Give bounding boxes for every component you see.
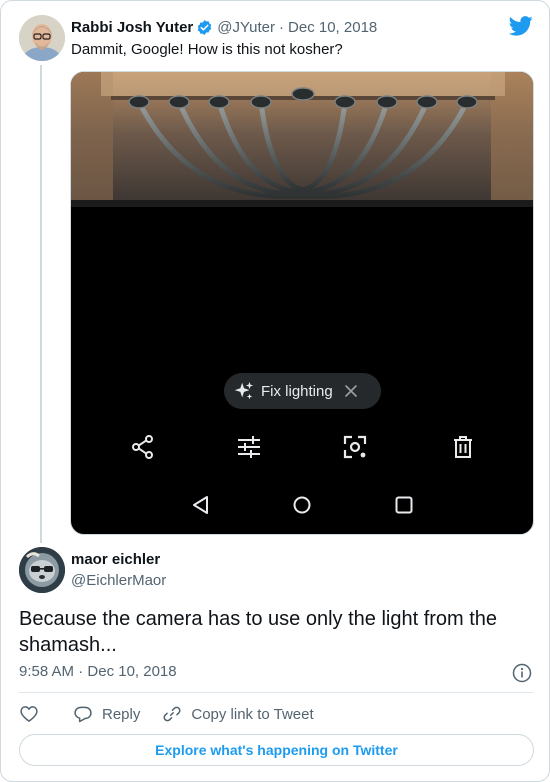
reply-author-avatar[interactable] <box>19 547 65 593</box>
tweet-text: Dammit, Google! How is this not kosher? <box>71 41 343 58</box>
like-button[interactable] <box>19 704 39 724</box>
explore-twitter-button[interactable]: Explore what's happening on Twitter <box>19 734 534 766</box>
tweet-header: Rabbi Josh Yuter @JYuter · Dec 10, 2018 <box>71 17 377 37</box>
reply-button[interactable]: Reply <box>73 704 140 724</box>
fix-lighting-label: Fix lighting <box>261 382 333 400</box>
divider <box>19 692 533 693</box>
tweet-actions: Reply Copy link to Tweet <box>19 701 314 727</box>
delete-icon[interactable] <box>450 434 476 460</box>
share-icon[interactable] <box>130 434 156 460</box>
copy-link-label: Copy link to Tweet <box>191 705 314 723</box>
back-triangle-icon[interactable] <box>190 494 212 516</box>
menorah-photo <box>71 72 533 207</box>
home-circle-icon[interactable] <box>291 494 313 516</box>
fix-lighting-chip[interactable]: Fix lighting <box>224 373 381 409</box>
adjust-sliders-icon[interactable] <box>236 434 262 460</box>
lens-icon[interactable] <box>342 434 368 460</box>
close-icon[interactable] <box>344 384 358 398</box>
reply-meta-separator: · <box>78 663 84 680</box>
embedded-tweet-card: Rabbi Josh Yuter @JYuter · Dec 10, 2018 … <box>0 0 550 782</box>
reply-timestamp[interactable]: 9:58 AM · Dec 10, 2018 <box>19 663 177 680</box>
tweet-media[interactable]: Fix lighting <box>70 71 534 535</box>
reply-author-handle[interactable]: @EichlerMaor <box>71 572 166 589</box>
reply-label: Reply <box>102 705 141 723</box>
reply-author-name[interactable]: maor eichler <box>71 551 160 568</box>
thread-connector-line <box>40 65 42 543</box>
info-icon[interactable] <box>512 663 532 683</box>
tweet-date[interactable]: Dec 10, 2018 <box>288 19 377 36</box>
author-name[interactable]: Rabbi Josh Yuter <box>71 19 193 36</box>
link-icon <box>163 706 181 722</box>
reply-date: Dec 10, 2018 <box>87 663 177 680</box>
author-avatar[interactable] <box>19 15 65 61</box>
recents-square-icon[interactable] <box>393 494 415 516</box>
header-separator: · <box>279 18 285 36</box>
reply-text: Because the camera has to use only the l… <box>19 608 498 656</box>
sparkle-icon <box>234 381 254 400</box>
copy-link-button[interactable]: Copy link to Tweet <box>162 704 314 724</box>
heart-icon <box>20 706 38 722</box>
reply-time: 9:58 AM <box>19 663 75 680</box>
twitter-bird-icon[interactable] <box>509 16 533 36</box>
verified-badge-icon <box>198 19 212 35</box>
reply-bubble-icon <box>74 706 92 723</box>
author-handle[interactable]: @JYuter <box>217 19 275 36</box>
